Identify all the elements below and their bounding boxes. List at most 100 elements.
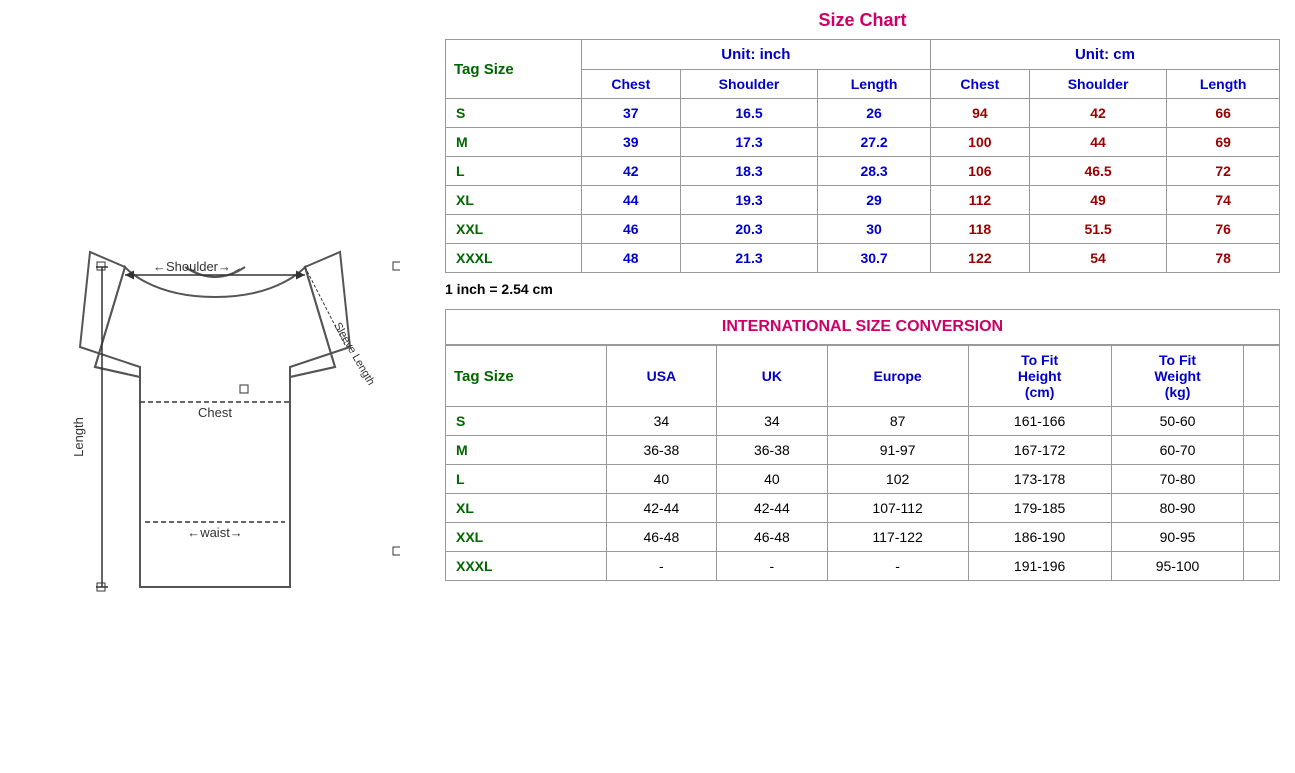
intl-height-cell: 186-190 xyxy=(968,523,1111,552)
intl-weight-cell: 70-80 xyxy=(1111,465,1244,494)
cm-length-cell: 72 xyxy=(1167,157,1280,186)
intl-europe-cell: 87 xyxy=(827,407,968,436)
inch-length-cell: 26 xyxy=(818,99,931,128)
intl-europe-cell: - xyxy=(827,552,968,581)
intl-weight-cell: 60-70 xyxy=(1111,436,1244,465)
cm-chest-cell: 106 xyxy=(930,157,1029,186)
inch-length-cell: 29 xyxy=(818,186,931,215)
intl-usa-cell: 42-44 xyxy=(606,494,717,523)
intl-usa-header: USA xyxy=(606,346,717,407)
intl-tag-cell: S xyxy=(446,407,607,436)
inch-chest-header: Chest xyxy=(581,70,680,99)
intl-europe-cell: 102 xyxy=(827,465,968,494)
cm-chest-cell: 94 xyxy=(930,99,1029,128)
intl-weight-cell: 90-95 xyxy=(1111,523,1244,552)
intl-height-cell: 167-172 xyxy=(968,436,1111,465)
intl-empty-cell xyxy=(1244,494,1280,523)
unit-cm-header: Unit: cm xyxy=(930,40,1279,70)
intl-empty-cell xyxy=(1244,407,1280,436)
svg-text:Chest: Chest xyxy=(198,405,232,420)
cm-shoulder-cell: 54 xyxy=(1029,244,1166,273)
intl-uk-cell: 46-48 xyxy=(717,523,828,552)
inch-shoulder-cell: 18.3 xyxy=(680,157,817,186)
size-table-row: XXXL 48 21.3 30.7 122 54 78 xyxy=(446,244,1280,273)
intl-tag-cell: M xyxy=(446,436,607,465)
inch-chest-cell: 44 xyxy=(581,186,680,215)
intl-uk-cell: 42-44 xyxy=(717,494,828,523)
inch-length-header: Length xyxy=(818,70,931,99)
intl-usa-cell: 46-48 xyxy=(606,523,717,552)
cm-shoulder-header: Shoulder xyxy=(1029,70,1166,99)
intl-height-cell: 161-166 xyxy=(968,407,1111,436)
intl-table-row: S 34 34 87 161-166 50-60 xyxy=(446,407,1280,436)
inch-shoulder-header: Shoulder xyxy=(680,70,817,99)
size-tag-cell: S xyxy=(446,99,582,128)
svg-text:←Shoulder→: ←Shoulder→ xyxy=(153,259,231,274)
intl-uk-header: UK xyxy=(717,346,828,407)
cm-chest-cell: 122 xyxy=(930,244,1029,273)
intl-height-cell: 173-178 xyxy=(968,465,1111,494)
cm-chest-cell: 112 xyxy=(930,186,1029,215)
intl-uk-cell: 36-38 xyxy=(717,436,828,465)
inch-shoulder-cell: 17.3 xyxy=(680,128,817,157)
size-tag-cell: XL xyxy=(446,186,582,215)
intl-europe-header: Europe xyxy=(827,346,968,407)
size-tag-cell: L xyxy=(446,157,582,186)
intl-table: Tag Size USA UK Europe To FitHeight(cm) … xyxy=(445,345,1280,581)
intl-tag-cell: L xyxy=(446,465,607,494)
inch-chest-cell: 39 xyxy=(581,128,680,157)
intl-usa-cell: 36-38 xyxy=(606,436,717,465)
cm-shoulder-cell: 51.5 xyxy=(1029,215,1166,244)
intl-empty-cell xyxy=(1244,465,1280,494)
inch-chest-cell: 46 xyxy=(581,215,680,244)
tshirt-diagram: ←Shoulder→ Sleeve Length Chest Length xyxy=(30,167,400,607)
inch-length-cell: 27.2 xyxy=(818,128,931,157)
intl-table-row: XXXL - - - 191-196 95-100 xyxy=(446,552,1280,581)
size-chart-title: Size Chart xyxy=(445,10,1280,31)
size-chart-table: Tag Size Unit: inch Unit: cm Chest Shoul… xyxy=(445,39,1280,273)
intl-europe-cell: 107-112 xyxy=(827,494,968,523)
intl-europe-cell: 91-97 xyxy=(827,436,968,465)
cm-chest-header: Chest xyxy=(930,70,1029,99)
intl-empty-cell xyxy=(1244,552,1280,581)
svg-text:←waist→: ←waist→ xyxy=(187,525,243,540)
intl-usa-cell: 34 xyxy=(606,407,717,436)
cm-chest-cell: 118 xyxy=(930,215,1029,244)
conversion-note: 1 inch = 2.54 cm xyxy=(445,273,1280,305)
intl-title-table: INTERNATIONAL SIZE CONVERSION xyxy=(445,309,1280,345)
intl-table-row: M 36-38 36-38 91-97 167-172 60-70 xyxy=(446,436,1280,465)
cm-length-cell: 69 xyxy=(1167,128,1280,157)
cm-length-cell: 66 xyxy=(1167,99,1280,128)
size-tag-cell: XXL xyxy=(446,215,582,244)
intl-tag-header: Tag Size xyxy=(446,346,607,407)
inch-shoulder-cell: 20.3 xyxy=(680,215,817,244)
intl-weight-header: To FitWeight(kg) xyxy=(1111,346,1244,407)
size-table-row: L 42 18.3 28.3 106 46.5 72 xyxy=(446,157,1280,186)
intl-empty-cell xyxy=(1244,436,1280,465)
size-table-row: XXL 46 20.3 30 118 51.5 76 xyxy=(446,215,1280,244)
intl-empty-cell xyxy=(1244,523,1280,552)
inch-length-cell: 28.3 xyxy=(818,157,931,186)
inch-length-cell: 30.7 xyxy=(818,244,931,273)
cm-length-header: Length xyxy=(1167,70,1280,99)
svg-text:Length: Length xyxy=(71,417,86,457)
cm-shoulder-cell: 49 xyxy=(1029,186,1166,215)
inch-chest-cell: 37 xyxy=(581,99,680,128)
left-panel: ←Shoulder→ Sleeve Length Chest Length xyxy=(0,0,430,773)
size-table-row: M 39 17.3 27.2 100 44 69 xyxy=(446,128,1280,157)
cm-shoulder-cell: 44 xyxy=(1029,128,1166,157)
cm-chest-cell: 100 xyxy=(930,128,1029,157)
size-table-row: S 37 16.5 26 94 42 66 xyxy=(446,99,1280,128)
cm-shoulder-cell: 42 xyxy=(1029,99,1166,128)
intl-uk-cell: 34 xyxy=(717,407,828,436)
intl-uk-cell: 40 xyxy=(717,465,828,494)
intl-tag-cell: XXL xyxy=(446,523,607,552)
intl-tag-cell: XL xyxy=(446,494,607,523)
intl-uk-cell: - xyxy=(717,552,828,581)
inch-length-cell: 30 xyxy=(818,215,931,244)
intl-tag-cell: XXXL xyxy=(446,552,607,581)
cm-shoulder-cell: 46.5 xyxy=(1029,157,1166,186)
intl-table-row: XL 42-44 42-44 107-112 179-185 80-90 xyxy=(446,494,1280,523)
tag-size-header: Tag Size xyxy=(446,40,582,99)
cm-length-cell: 78 xyxy=(1167,244,1280,273)
